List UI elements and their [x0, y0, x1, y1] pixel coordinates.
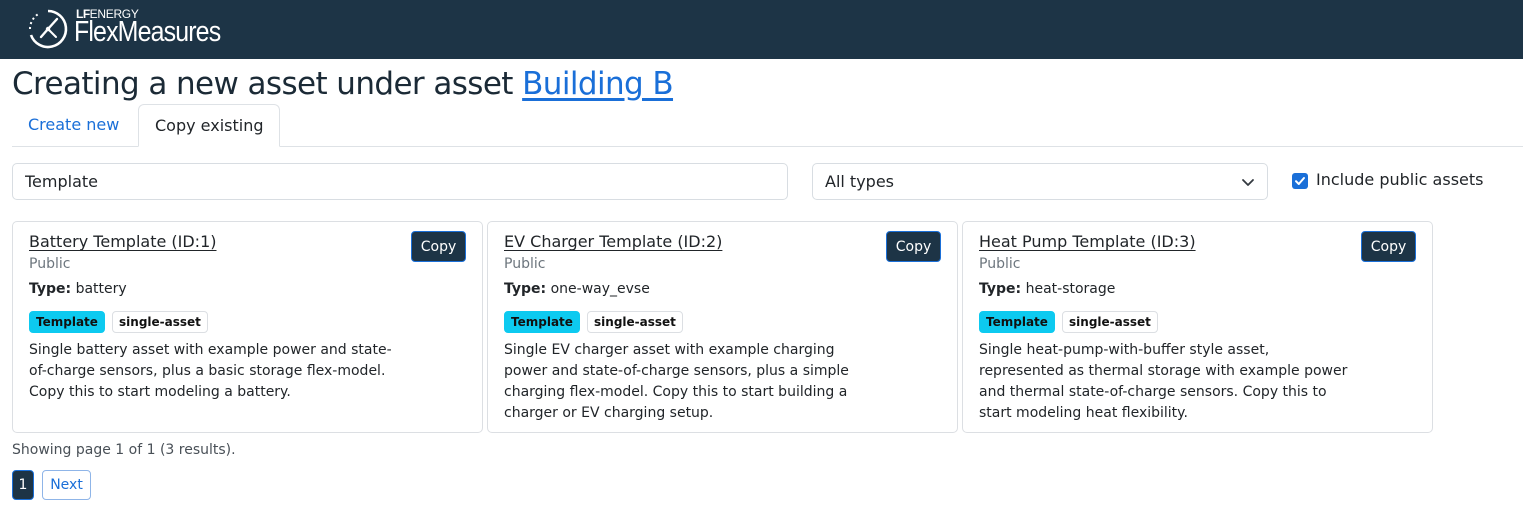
card-title-link[interactable]: Battery Template (ID:1): [29, 232, 217, 251]
visibility-label: Public: [29, 256, 71, 272]
pagination-info: Showing page 1 of 1 (3 results).: [12, 442, 236, 458]
page-title: Creating a new asset under asset Buildin…: [12, 66, 674, 102]
tag-template: Template: [504, 311, 580, 333]
parent-asset-link[interactable]: Building B: [522, 66, 673, 102]
asset-card-ev-charger: EV Charger Template (ID:2) Copy Public T…: [487, 221, 958, 433]
tab-copy-existing[interactable]: Copy existing: [138, 104, 280, 147]
asset-type: Type: battery: [29, 281, 127, 297]
next-page-button[interactable]: Next: [42, 470, 91, 500]
asset-card-heat-pump: Heat Pump Template (ID:3) Copy Public Ty…: [962, 221, 1433, 433]
page-1-button[interactable]: 1: [12, 470, 34, 500]
top-navbar: LFENERGY FlexMeasures: [0, 0, 1523, 59]
tag-list: Template single-asset: [504, 311, 685, 333]
chevron-down-icon: [1242, 179, 1254, 186]
tag-single-asset: single-asset: [112, 311, 208, 333]
card-description: Single EV charger asset with example cha…: [504, 342, 849, 421]
card-title-link[interactable]: Heat Pump Template (ID:3): [979, 232, 1196, 251]
tab-create-new[interactable]: Create new: [12, 104, 138, 147]
include-public-checkbox[interactable]: [1292, 173, 1308, 189]
tag-single-asset: single-asset: [1062, 311, 1158, 333]
copy-button[interactable]: Copy: [411, 231, 466, 262]
tag-list: Template single-asset: [29, 311, 210, 333]
tab-bar: Create new Copy existing: [12, 104, 1523, 147]
search-input[interactable]: [12, 163, 788, 200]
asset-type-select-value: All types: [825, 172, 894, 191]
tag-list: Template single-asset: [979, 311, 1160, 333]
asset-type: Type: heat-storage: [979, 281, 1116, 297]
asset-card-battery: Battery Template (ID:1) Copy Public Type…: [12, 221, 483, 433]
include-public-label[interactable]: Include public assets: [1316, 170, 1483, 189]
copy-button[interactable]: Copy: [886, 231, 941, 262]
copy-button[interactable]: Copy: [1361, 231, 1416, 262]
flexmeasures-logo-icon[interactable]: [26, 7, 70, 51]
card-description: Single battery asset with example power …: [29, 342, 392, 400]
brand-name[interactable]: FlexMeasures: [74, 16, 221, 49]
asset-type: Type: one-way_evse: [504, 281, 650, 297]
asset-type-select[interactable]: All types: [812, 163, 1268, 200]
tag-single-asset: single-asset: [587, 311, 683, 333]
tag-template: Template: [979, 311, 1055, 333]
tag-template: Template: [29, 311, 105, 333]
visibility-label: Public: [504, 256, 546, 272]
visibility-label: Public: [979, 256, 1021, 272]
checkmark-icon: [1295, 177, 1305, 185]
card-title-link[interactable]: EV Charger Template (ID:2): [504, 232, 722, 251]
card-description: Single heat-pump-with-buffer style asset…: [979, 342, 1348, 421]
